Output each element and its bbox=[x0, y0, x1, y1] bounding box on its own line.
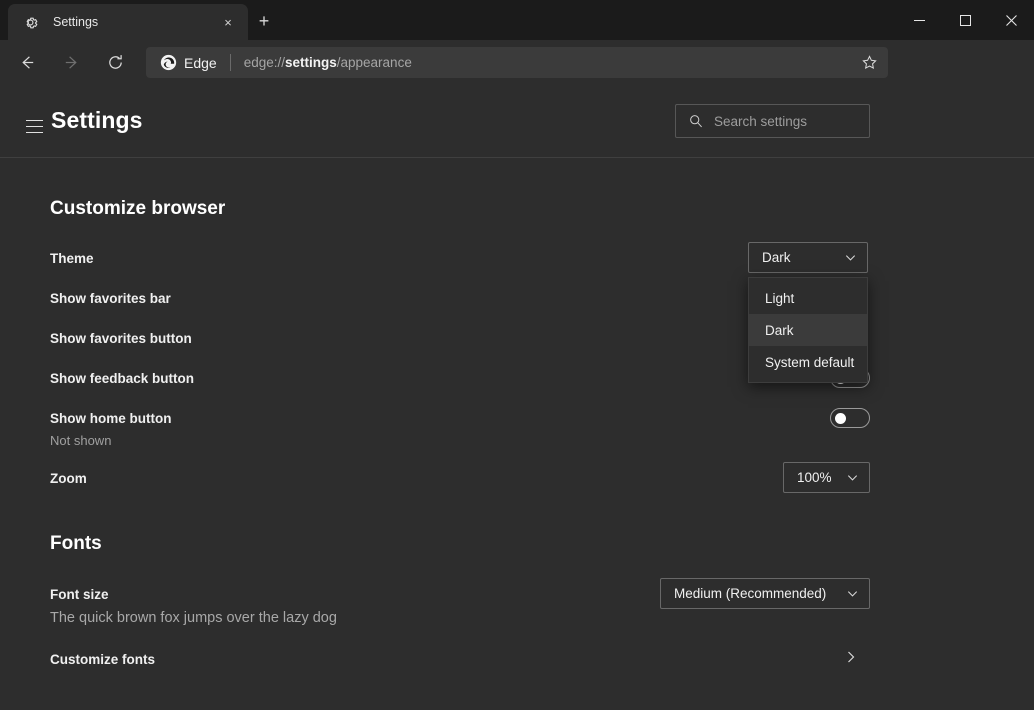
zoom-dropdown-value: 100% bbox=[797, 470, 832, 485]
close-icon bbox=[1006, 15, 1017, 26]
toggle-show-home-button[interactable] bbox=[830, 408, 870, 428]
row-label-theme: Theme bbox=[50, 251, 94, 266]
gear-icon bbox=[22, 14, 39, 31]
theme-option-light[interactable]: Light bbox=[749, 282, 867, 314]
chevron-right-icon[interactable] bbox=[844, 650, 858, 669]
font-size-dropdown[interactable]: Medium (Recommended) bbox=[660, 578, 870, 609]
tab-close-icon[interactable]: × bbox=[216, 10, 240, 34]
row-label-show-favorites-bar: Show favorites bar bbox=[50, 291, 171, 306]
new-tab-button[interactable]: + bbox=[251, 8, 277, 34]
section-title-fonts: Fonts bbox=[50, 533, 102, 555]
minimize-button[interactable] bbox=[896, 0, 942, 40]
edge-identity-badge: Edge bbox=[154, 54, 217, 71]
star-icon bbox=[861, 54, 878, 71]
row-label-zoom: Zoom bbox=[50, 471, 87, 486]
chevron-down-icon bbox=[844, 251, 857, 264]
forward-button[interactable] bbox=[54, 46, 88, 80]
url-suffix: /appearance bbox=[337, 55, 412, 70]
theme-option-dark[interactable]: Dark bbox=[749, 314, 867, 346]
search-icon bbox=[688, 113, 704, 129]
row-label-customize-fonts[interactable]: Customize fonts bbox=[50, 652, 155, 667]
font-size-dropdown-value: Medium (Recommended) bbox=[674, 586, 826, 601]
font-sample-text: The quick brown fox jumps over the lazy … bbox=[50, 610, 337, 626]
window-controls bbox=[896, 0, 1034, 40]
chevron-down-icon bbox=[846, 471, 859, 484]
refresh-button[interactable] bbox=[98, 46, 132, 80]
row-label-show-favorites-button: Show favorites button bbox=[50, 331, 192, 346]
theme-dropdown-value: Dark bbox=[762, 250, 791, 265]
add-favorite-button[interactable] bbox=[856, 50, 882, 75]
url-prefix: edge:// bbox=[244, 55, 285, 70]
minimize-icon bbox=[914, 15, 925, 26]
refresh-icon bbox=[106, 53, 125, 72]
row-label-show-home-button: Show home button bbox=[50, 411, 171, 426]
row-label-show-feedback-button: Show feedback button bbox=[50, 371, 194, 386]
row-label-font-size: Font size bbox=[50, 587, 109, 602]
tab-strip: Settings × + bbox=[0, 0, 1034, 40]
arrow-right-icon bbox=[62, 53, 81, 72]
row-sublabel-show-home-button: Not shown bbox=[50, 433, 111, 448]
hamburger-menu-icon[interactable] bbox=[18, 110, 50, 142]
arrow-left-icon bbox=[18, 53, 37, 72]
toggle-knob bbox=[835, 413, 846, 424]
tab-settings[interactable]: Settings × bbox=[8, 4, 248, 40]
back-button[interactable] bbox=[10, 46, 44, 80]
edge-logo-icon bbox=[160, 54, 177, 71]
search-settings-box[interactable]: Search settings bbox=[675, 104, 870, 138]
browser-toolbar: Edge edge://settings/appearance bbox=[0, 40, 1034, 85]
address-bar[interactable]: Edge edge://settings/appearance bbox=[146, 47, 888, 78]
maximize-button[interactable] bbox=[942, 0, 988, 40]
url-bold: settings bbox=[285, 55, 337, 70]
url-text: edge://settings/appearance bbox=[244, 55, 412, 70]
theme-option-system-default[interactable]: System default bbox=[749, 346, 867, 378]
maximize-icon bbox=[960, 15, 971, 26]
theme-dropdown[interactable]: Dark bbox=[748, 242, 868, 273]
settings-header bbox=[0, 85, 1034, 157]
section-title-customize-browser: Customize browser bbox=[50, 198, 225, 220]
settings-content: Customize browser Theme Dark Show favori… bbox=[0, 158, 1034, 710]
page-title: Settings bbox=[51, 107, 143, 134]
search-input[interactable]: Search settings bbox=[714, 114, 807, 129]
zoom-dropdown[interactable]: 100% bbox=[783, 462, 870, 493]
omnibox-separator bbox=[230, 54, 231, 71]
chevron-down-icon bbox=[846, 587, 859, 600]
edge-label: Edge bbox=[184, 55, 217, 71]
tab-title: Settings bbox=[53, 15, 216, 29]
theme-dropdown-popup[interactable]: Light Dark System default bbox=[748, 277, 868, 383]
close-button[interactable] bbox=[988, 0, 1034, 40]
